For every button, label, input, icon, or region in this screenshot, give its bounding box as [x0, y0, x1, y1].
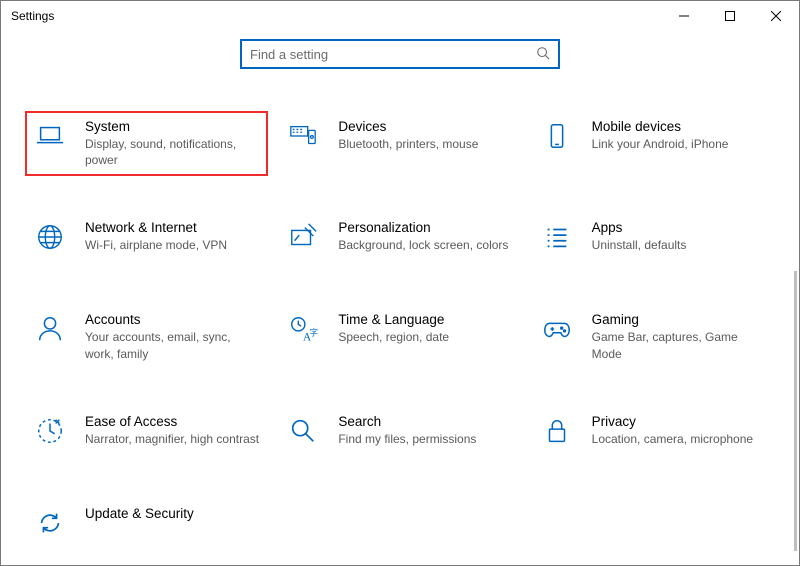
category-ease-of-access[interactable]: Ease of Access Narrator, magnifier, high…: [25, 406, 268, 462]
ease-of-access-icon: [33, 414, 67, 454]
category-title: Time & Language: [338, 312, 449, 327]
category-gaming[interactable]: Gaming Game Bar, captures, Game Mode: [532, 304, 775, 369]
category-apps[interactable]: Apps Uninstall, defaults: [532, 212, 775, 268]
category-system[interactable]: System Display, sound, notifications, po…: [25, 111, 268, 176]
category-subtitle: Bluetooth, printers, mouse: [338, 136, 478, 152]
category-time-language[interactable]: A字 Time & Language Speech, region, date: [278, 304, 521, 369]
content-area: System Display, sound, notifications, po…: [1, 31, 799, 565]
search-icon: [536, 46, 550, 63]
category-title: System: [85, 119, 260, 134]
category-subtitle: Speech, region, date: [338, 329, 449, 345]
category-subtitle: Uninstall, defaults: [592, 237, 687, 253]
minimize-icon: [679, 11, 689, 21]
category-accounts[interactable]: Accounts Your accounts, email, sync, wor…: [25, 304, 268, 369]
maximize-button[interactable]: [707, 1, 753, 31]
maximize-icon: [725, 11, 735, 21]
categories-grid: System Display, sound, notifications, po…: [19, 111, 781, 554]
category-personalization[interactable]: Personalization Background, lock screen,…: [278, 212, 521, 268]
lock-icon: [540, 414, 574, 454]
minimize-button[interactable]: [661, 1, 707, 31]
category-search[interactable]: Search Find my files, permissions: [278, 406, 521, 462]
category-title: Search: [338, 414, 476, 429]
person-icon: [33, 312, 67, 352]
category-privacy[interactable]: Privacy Location, camera, microphone: [532, 406, 775, 462]
category-title: Privacy: [592, 414, 753, 429]
phone-icon: [540, 119, 574, 159]
category-title: Mobile devices: [592, 119, 729, 134]
category-title: Apps: [592, 220, 687, 235]
category-title: Update & Security: [85, 506, 194, 521]
laptop-icon: [33, 119, 67, 159]
magnifier-icon: [286, 414, 320, 454]
category-subtitle: Find my files, permissions: [338, 431, 476, 447]
search-wrap: [19, 39, 781, 69]
gamepad-icon: [540, 312, 574, 352]
category-devices[interactable]: Devices Bluetooth, printers, mouse: [278, 111, 521, 176]
paint-icon: [286, 220, 320, 260]
category-network[interactable]: Network & Internet Wi-Fi, airplane mode,…: [25, 212, 268, 268]
category-title: Personalization: [338, 220, 508, 235]
category-update-security[interactable]: Update & Security: [25, 498, 268, 554]
category-phone[interactable]: Mobile devices Link your Android, iPhone: [532, 111, 775, 176]
search-box[interactable]: [240, 39, 560, 69]
category-subtitle: Game Bar, captures, Game Mode: [592, 329, 767, 361]
window-title: Settings: [1, 9, 54, 23]
category-subtitle: Your accounts, email, sync, work, family: [85, 329, 260, 361]
svg-text:字: 字: [310, 328, 318, 338]
category-title: Gaming: [592, 312, 767, 327]
category-title: Ease of Access: [85, 414, 259, 429]
close-button[interactable]: [753, 1, 799, 31]
close-icon: [771, 11, 781, 21]
category-title: Devices: [338, 119, 478, 134]
apps-list-icon: [540, 220, 574, 260]
category-title: Accounts: [85, 312, 260, 327]
time-language-icon: A字: [286, 312, 320, 352]
devices-icon: [286, 119, 320, 159]
category-subtitle: Display, sound, notifications, power: [85, 136, 260, 168]
search-input[interactable]: [250, 47, 536, 62]
category-subtitle: Background, lock screen, colors: [338, 237, 508, 253]
title-bar: Settings: [1, 1, 799, 31]
category-subtitle: Link your Android, iPhone: [592, 136, 729, 152]
scrollbar-thumb[interactable]: [794, 271, 797, 551]
category-title: Network & Internet: [85, 220, 227, 235]
update-icon: [33, 506, 67, 546]
globe-icon: [33, 220, 67, 260]
category-subtitle: Wi-Fi, airplane mode, VPN: [85, 237, 227, 253]
category-subtitle: Location, camera, microphone: [592, 431, 753, 447]
category-subtitle: Narrator, magnifier, high contrast: [85, 431, 259, 447]
